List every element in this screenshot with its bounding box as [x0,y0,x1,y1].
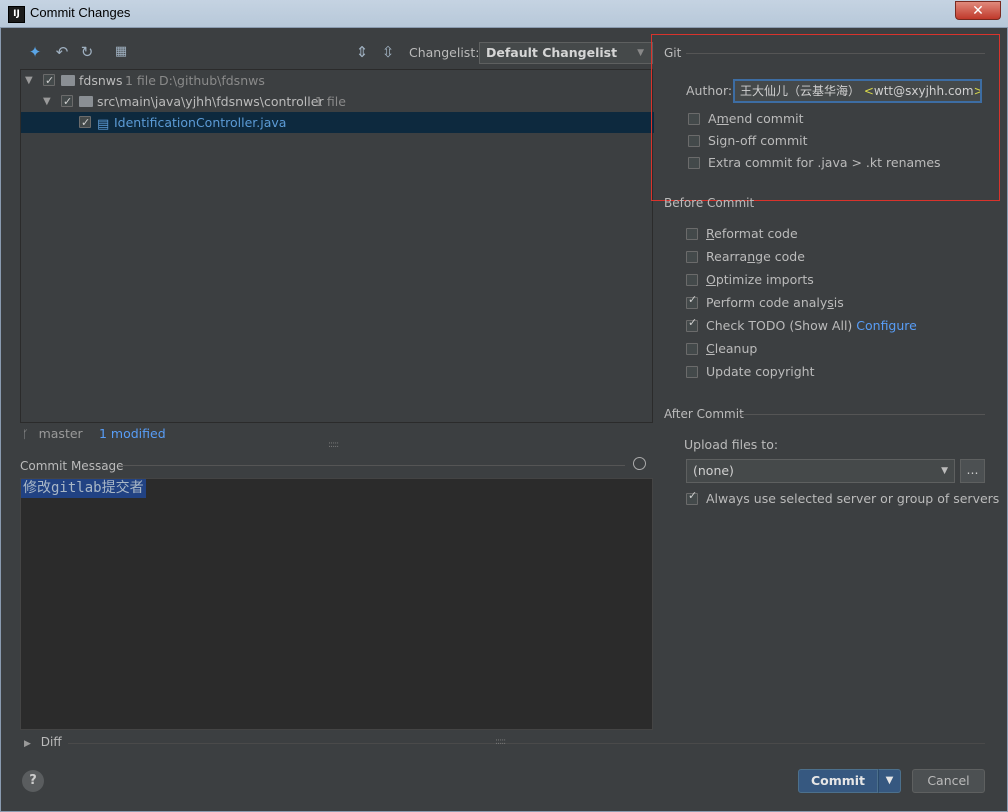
collapse-all-icon[interactable]: ⇳ [378,42,398,62]
cleanup-option[interactable]: Cleanup [686,341,757,356]
expand-triangle-icon: ▶ [24,739,31,749]
optimize-imports-option[interactable]: Optimize imports [686,272,814,287]
option-label: Update copyright [706,364,815,379]
mnemonic: n [747,249,756,264]
after-commit-title: After Commit [664,407,744,421]
update-copyright-checkbox[interactable] [686,366,698,378]
tree-row-root[interactable]: ▼ fdsnws 1 file D:\github\fdsnws [21,70,654,91]
update-copyright-option[interactable]: Update copyright [686,364,814,379]
root-checkbox[interactable] [43,70,55,91]
option-label: ptimize imports [715,272,814,287]
root-name: fdsnws [79,73,123,88]
branch-name: master [38,426,83,441]
help-button[interactable]: ? [22,770,44,792]
option-label: Perform code analy [706,295,828,310]
folder-name: src\main\java\yjhh\fdsnws\controller [97,94,324,109]
option-label: Rearra [706,249,748,264]
cleanup-checkbox[interactable] [686,343,698,355]
chevron-down-icon: ▼ [941,466,948,476]
splitter-handle[interactable]: ::::: [328,440,339,450]
before-commit-title: Before Commit [664,196,755,210]
chevron-down-icon: ▼ [637,48,644,58]
divider [68,743,985,744]
app-icon: IJ [8,6,25,23]
mnemonic: C [706,341,715,356]
splitter-handle[interactable]: ::::: [495,737,506,747]
mnemonic: R [706,226,715,241]
changes-tree[interactable]: ▼ fdsnws 1 file D:\github\fdsnws ▼ src\m… [20,69,654,423]
commit-message-label: Commit Message [20,459,124,473]
diff-label: Diff [40,735,62,749]
perform-code-analysis-checkbox[interactable] [686,293,698,309]
modified-count-link[interactable]: 1 modified [99,426,166,441]
option-label: ge code [755,249,805,264]
commit-options-button[interactable]: ▼ [878,769,901,793]
root-count: 1 file [125,73,156,88]
changelist-label: Changelist: [409,45,480,60]
option-label: leanup [714,341,758,356]
java-class-icon: ▤ [97,117,110,132]
option-label: is [833,295,844,310]
file-checkbox[interactable] [79,112,91,133]
reformat-code-checkbox[interactable] [686,228,698,240]
mnemonic: O [706,272,716,287]
folder-icon [79,96,93,107]
option-label: eformat code [714,226,798,241]
cancel-button[interactable]: Cancel [912,769,985,793]
root-path: D:\github\fdsnws [159,73,265,88]
changelist-value: Default Changelist [486,45,618,60]
browse-servers-button[interactable]: ... [960,459,985,483]
history-clock-icon[interactable] [633,457,646,470]
chevron-down-icon: ▼ [885,775,894,786]
expand-triangle-icon[interactable]: ▼ [43,91,51,112]
divider [740,414,985,415]
divider [120,465,625,466]
option-label: Always use selected server or group of s… [706,491,1000,506]
rearrange-code-checkbox[interactable] [686,251,698,263]
always-use-server-checkbox[interactable] [686,489,698,505]
window-title: Commit Changes [30,5,131,20]
optimize-imports-checkbox[interactable] [686,274,698,286]
commit-message-text[interactable]: 修改gitlab提交者 [21,479,146,498]
refresh-icon[interactable]: ↻ [77,42,97,62]
branch-icon: ᚴ [22,428,29,441]
module-folder-icon [61,75,75,86]
branch-indicator[interactable]: ᚴ master [22,426,83,441]
close-icon: ✕ [972,3,984,19]
diff-toggle[interactable]: ▶ Diff [24,735,62,749]
changelist-select[interactable]: Default Changelist ▼ [479,42,653,64]
rollback-icon[interactable]: ↶ [52,42,72,62]
title-bar: IJ Commit Changes ✕ [0,0,1008,28]
folder-count: 1 file [315,94,346,109]
reformat-code-option[interactable]: Reformat code [686,226,798,241]
commit-button[interactable]: Commit [798,769,878,793]
upload-server-select[interactable]: (none) ▼ [686,459,955,483]
configure-link[interactable]: Configure [856,318,917,333]
commit-message-editor[interactable] [20,478,653,730]
upload-files-label: Upload files to: [684,437,779,452]
show-diff-icon[interactable]: ✦ [25,42,45,62]
check-todo-checkbox[interactable] [686,316,698,332]
expand-all-icon[interactable]: ⇕ [352,42,372,62]
tree-row-folder[interactable]: ▼ src\main\java\yjhh\fdsnws\controller 1… [21,91,654,112]
group-by-icon[interactable]: ▦ [111,42,131,62]
expand-triangle-icon[interactable]: ▼ [25,70,33,91]
upload-server-value: (none) [693,463,734,478]
folder-checkbox[interactable] [61,91,73,112]
highlight-box [651,34,1000,201]
always-use-server-option[interactable]: Always use selected server or group of s… [686,489,1000,506]
rearrange-code-option[interactable]: Rearrange code [686,249,805,264]
file-name: IdentificationController.java [114,115,287,130]
tree-row-file[interactable]: ▤ IdentificationController.java [21,112,654,133]
option-label: Check TODO (Show All) [706,318,857,333]
perform-code-analysis-option[interactable]: Perform code analysis [686,293,844,310]
close-button[interactable]: ✕ [955,1,1001,20]
check-todo-option[interactable]: Check TODO (Show All) Configure [686,316,917,333]
